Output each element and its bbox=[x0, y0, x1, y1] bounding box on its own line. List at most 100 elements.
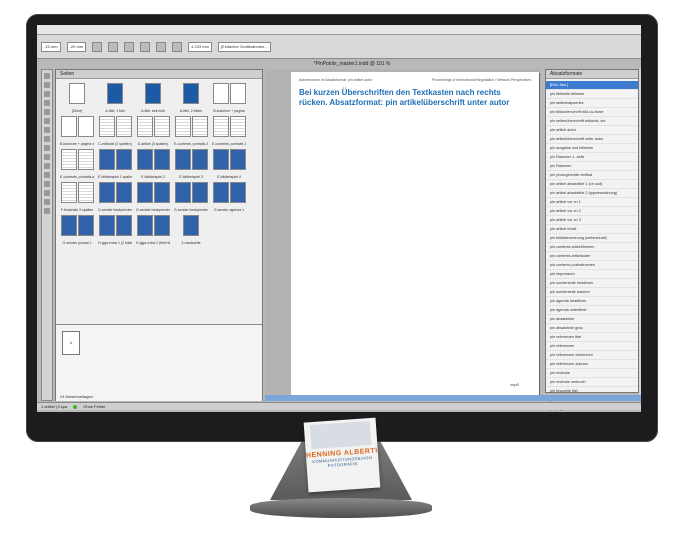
paragraph-style-item[interactable]: pin absatzlinie grau bbox=[546, 324, 638, 333]
master-page-label: G-sender beskpreview 2 bbox=[136, 208, 170, 212]
preflight-status[interactable]: Ohne Fehler bbox=[83, 404, 105, 409]
zoom-tool-icon[interactable] bbox=[44, 208, 50, 214]
master-page-thumb[interactable]: C-editorial (2 spalten) bbox=[98, 116, 132, 147]
master-page-thumb[interactable]: D-artikel (3 spalten) bbox=[136, 116, 170, 147]
paragraph-style-item[interactable]: pin titelseite teilwerk bbox=[546, 90, 638, 99]
paragraph-style-item[interactable]: pin contents portraitnamen bbox=[546, 261, 638, 270]
master-page-thumb[interactable]: F-fusionale 3 spalten bbox=[60, 182, 94, 213]
paragraph-style-item[interactable]: pin sonderseite headlines bbox=[546, 279, 638, 288]
paragraph-styles-tab[interactable]: Absatzformate bbox=[546, 70, 638, 79]
paragraph-style-item[interactable]: pin referenzen wimbrecht bbox=[546, 351, 638, 360]
master-page-thumb[interactable]: [Ohne] bbox=[60, 83, 94, 114]
hand-tool-icon[interactable] bbox=[44, 199, 50, 205]
paragraph-style-item[interactable]: pin endnote umbruch bbox=[546, 378, 638, 387]
page-number-field[interactable]: 1 artikel (3 spa bbox=[41, 404, 67, 409]
menu-bar[interactable] bbox=[37, 25, 641, 35]
paragraph-style-item[interactable]: pin artikel inhalt bbox=[546, 225, 638, 234]
gradient-tool-icon[interactable] bbox=[44, 172, 50, 178]
flip-icon[interactable] bbox=[140, 41, 151, 52]
master-page-thumb[interactable]: E-bildbeispiel 2 bbox=[136, 149, 170, 180]
pen-tool-icon[interactable] bbox=[44, 118, 50, 124]
paragraph-style-item[interactable]: pin artikelüberschrift unter autor bbox=[546, 135, 638, 144]
master-page-icon bbox=[77, 215, 94, 236]
paragraph-style-item[interactable]: [Einf. Abs.] bbox=[546, 81, 638, 90]
pages-panel-tab[interactable]: Seiten bbox=[56, 70, 262, 79]
master-page-thumb[interactable]: B-kolumne + pagina weiss bbox=[60, 116, 94, 147]
master-page-thumb[interactable]: G-sender beskpreview 1 bbox=[98, 182, 132, 213]
paragraph-style-item[interactable]: pin artikel vor vn 1 bbox=[546, 198, 638, 207]
note-tool-icon[interactable] bbox=[44, 181, 50, 187]
type-tool-icon[interactable] bbox=[44, 100, 50, 106]
paragraph-style-item[interactable]: pin referenzen autoren bbox=[546, 360, 638, 369]
document-page[interactable]: Autorenname im Absatzformat: pin artikel… bbox=[291, 72, 539, 399]
master-page-thumb[interactable]: H-giga extra 1 (2 bilder) bbox=[98, 215, 132, 246]
horizontal-scrollbar[interactable] bbox=[265, 395, 641, 401]
transform-tool-icon[interactable] bbox=[44, 163, 50, 169]
eyedropper-tool-icon[interactable] bbox=[44, 190, 50, 196]
master-page-thumb[interactable]: A-titel, 1 bild bbox=[98, 83, 132, 114]
paragraph-style-item[interactable]: pin seitenbalpseries bbox=[546, 99, 638, 108]
rotate-icon[interactable] bbox=[108, 41, 119, 52]
master-page-thumb[interactable]: G-sender beskpreview 3 bbox=[174, 182, 208, 213]
paragraph-style-item[interactable]: pin referenzen titel bbox=[546, 333, 638, 342]
pencil-tool-icon[interactable] bbox=[44, 127, 50, 133]
paragraph-style-item[interactable]: pin Rasenen bbox=[546, 162, 638, 171]
master-page-thumb[interactable]: E-contents, portraits 1 zeile bbox=[212, 116, 246, 147]
y-position-field[interactable]: -20 mm bbox=[66, 41, 87, 52]
master-page-icon bbox=[136, 215, 153, 236]
direct-selection-tool-icon[interactable] bbox=[44, 82, 50, 88]
frame-tool-icon[interactable] bbox=[44, 136, 50, 142]
paragraph-style-item[interactable]: pin bildlisterordnung (seiteninhalt) bbox=[546, 234, 638, 243]
paragraph-style-item[interactable]: pin artikel absatztitel 1 (cn sud) bbox=[546, 180, 638, 189]
paragraph-style-item[interactable]: pin absatzlinie bbox=[546, 315, 638, 324]
master-page-thumb[interactable]: E-bildbeispiel 4 bbox=[212, 149, 246, 180]
paragraph-style-item[interactable]: pin seitenüberschrift editorial, etc bbox=[546, 117, 638, 126]
paragraph-style-item[interactable]: pin bildunterschrift bild-cu-hicter bbox=[546, 108, 638, 117]
paragraph-style-item[interactable]: pin impressum bbox=[546, 270, 638, 279]
width-field[interactable]: 4,233 mm bbox=[188, 41, 212, 52]
master-page-icon bbox=[153, 149, 170, 170]
page-tool-icon[interactable] bbox=[44, 91, 50, 97]
paragraph-style-item[interactable]: pin contents artikelauter bbox=[546, 252, 638, 261]
master-page-thumb[interactable]: Z-rueckseite bbox=[174, 215, 208, 246]
master-page-thumb[interactable]: G-sender beskpreview 2 bbox=[136, 182, 170, 213]
selection-tool-icon[interactable] bbox=[44, 73, 50, 79]
master-page-thumb[interactable]: A-titel, kein bild bbox=[136, 83, 170, 114]
paragraph-style-item[interactable]: pin agenda untertiteln bbox=[546, 306, 638, 315]
paragraph-style-item[interactable]: pin endnote bbox=[546, 369, 638, 378]
paragraph-style-item[interactable]: pin agenda headlines bbox=[546, 297, 638, 306]
document-page-thumb[interactable]: 1 bbox=[62, 331, 80, 355]
rectangle-tool-icon[interactable] bbox=[44, 145, 50, 151]
master-page-thumb[interactable]: G-sender journal 1 bbox=[60, 215, 94, 246]
paragraph-style-item[interactable]: pin contents artikelthemen bbox=[546, 243, 638, 252]
master-page-thumb[interactable]: E-contents, portraits ab suchen bbox=[60, 149, 94, 180]
master-page-icon bbox=[115, 215, 132, 236]
paragraph-style-item[interactable]: pin sonderseite autoren bbox=[546, 288, 638, 297]
paragraph-style-item[interactable]: pin Rasenen 1. zeile bbox=[546, 153, 638, 162]
x-position-field[interactable]: -15 mm bbox=[41, 41, 61, 52]
paragraph-style-item[interactable]: pin artikel vor vn 2 bbox=[546, 207, 638, 216]
master-page-icon bbox=[174, 116, 191, 137]
transform-icon[interactable] bbox=[92, 41, 103, 52]
master-page-thumb[interactable]: A-titel, 2 bilder bbox=[174, 83, 208, 114]
master-page-thumb[interactable]: H-giga extra 2 (bild+blau) bbox=[136, 215, 170, 246]
paragraph-style-item[interactable]: pin ausgabe und teilseine bbox=[546, 144, 638, 153]
master-page-thumb[interactable]: E-contents, portraits 2 zeilen bbox=[174, 116, 208, 147]
master-page-thumb[interactable]: B-kolumne + pagina bbox=[212, 83, 246, 114]
paragraph-style-item[interactable]: pin photogerichte vertikal bbox=[546, 171, 638, 180]
fill-icon[interactable] bbox=[172, 41, 183, 52]
master-page-thumb[interactable]: E-bildbeispiel 3 bbox=[174, 149, 208, 180]
article-headline[interactable]: Bei kurzen Überschriften den Textkasten … bbox=[299, 88, 519, 108]
line-tool-icon[interactable] bbox=[44, 109, 50, 115]
stroke-icon[interactable] bbox=[156, 41, 167, 52]
paragraph-style-item[interactable]: pin artikel absatztitel 2 (typelesordnun… bbox=[546, 189, 638, 198]
paragraph-style-item[interactable]: pin referenzen bbox=[546, 342, 638, 351]
master-page-thumb[interactable]: G-sender agenda 1 bbox=[212, 182, 246, 213]
frame-option-select[interactable]: [Einfacher Grafikrahmen... bbox=[217, 41, 271, 52]
paragraph-style-item[interactable]: pin artikel vor vn 3 bbox=[546, 216, 638, 225]
shear-icon[interactable] bbox=[124, 41, 135, 52]
document-tab-title[interactable]: *PinPoints_master1.indd @ 101 % bbox=[267, 60, 437, 68]
master-page-thumb[interactable]: E-bildbeispiel 1 spalte bbox=[98, 149, 132, 180]
paragraph-style-item[interactable]: pin artikel autor bbox=[546, 126, 638, 135]
scissors-tool-icon[interactable] bbox=[44, 154, 50, 160]
